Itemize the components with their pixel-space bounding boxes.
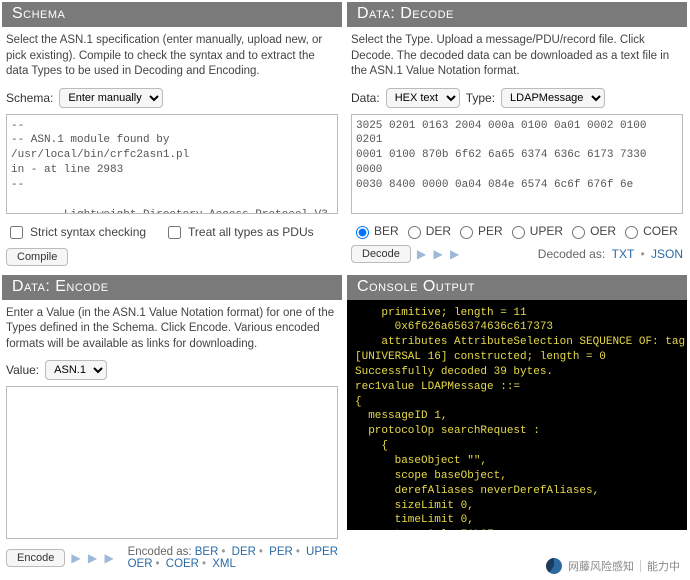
schema-textarea[interactable] <box>6 114 338 214</box>
decode-button[interactable]: Decode <box>351 245 411 263</box>
encoding-radios: BER DER PER UPER OER COER <box>351 223 683 239</box>
decode-desc: Select the Type. Upload a message/PDU/re… <box>351 33 683 80</box>
encode-play-icons[interactable]: ▶ ▶ ▶ <box>71 551 115 565</box>
encode-panel: Data: Encode Enter a Value (in the ASN.1… <box>2 275 342 575</box>
schema-title: Schema <box>2 2 342 27</box>
type-label: Type: <box>466 91 495 105</box>
type-select[interactable]: LDAPMessage <box>501 88 605 108</box>
encode-title: Data: Encode <box>2 275 342 300</box>
enc-per[interactable]: PER <box>269 546 293 558</box>
watermark: 网藤风险感知 能力中 <box>540 556 686 576</box>
treat-checkbox[interactable]: Treat all types as PDUs <box>164 223 314 242</box>
radio-per[interactable]: PER <box>455 223 503 239</box>
encode-button[interactable]: Encode <box>6 549 65 567</box>
hex-textarea[interactable] <box>351 114 683 214</box>
data-label: Data: <box>351 91 380 105</box>
value-format-select[interactable]: ASN.1 <box>45 360 107 380</box>
decode-title: Data: Decode <box>347 2 687 27</box>
watermark-sub: 能力中 <box>647 558 680 574</box>
radio-oer[interactable]: OER <box>567 223 616 239</box>
console-title: Console Output <box>347 275 687 300</box>
watermark-logo-icon <box>546 558 562 574</box>
decoded-json-link[interactable]: JSON <box>651 247 683 261</box>
radio-ber[interactable]: BER <box>351 223 399 239</box>
schema-panel: Schema Select the ASN.1 specification (e… <box>2 2 342 270</box>
radio-der[interactable]: DER <box>403 223 451 239</box>
schema-select[interactable]: Enter manually <box>59 88 163 108</box>
enc-oer[interactable]: OER <box>128 558 153 570</box>
console-panel: Console Output primitive; length = 11 0x… <box>347 275 687 575</box>
encode-textarea[interactable] <box>6 386 338 539</box>
enc-xml[interactable]: XML <box>212 558 236 570</box>
enc-der[interactable]: DER <box>232 546 256 558</box>
value-label: Value: <box>6 363 39 377</box>
encode-desc: Enter a Value (in the ASN.1 Value Notati… <box>6 306 338 353</box>
radio-uper[interactable]: UPER <box>507 223 563 239</box>
radio-coer[interactable]: COER <box>620 223 678 239</box>
decode-panel: Data: Decode Select the Type. Upload a m… <box>347 2 687 270</box>
strict-checkbox[interactable]: Strict syntax checking <box>6 223 146 242</box>
enc-coer[interactable]: COER <box>166 558 199 570</box>
schema-label: Schema: <box>6 91 53 105</box>
compile-button[interactable]: Compile <box>6 248 68 266</box>
enc-ber[interactable]: BER <box>195 546 219 558</box>
decoded-as: Decoded as: TXT • JSON <box>538 247 683 261</box>
console-output: primitive; length = 11 0x6f626a656374636… <box>347 300 687 530</box>
data-format-select[interactable]: HEX text <box>386 88 460 108</box>
watermark-brand: 网藤风险感知 <box>568 558 634 574</box>
play-icons[interactable]: ▶ ▶ ▶ <box>417 247 461 261</box>
decoded-txt-link[interactable]: TXT <box>612 247 634 261</box>
schema-desc: Select the ASN.1 specification (enter ma… <box>6 33 338 80</box>
encoded-as: Encoded as: BER• DER• PER• UPER OER• COE… <box>128 546 338 570</box>
enc-uper[interactable]: UPER <box>306 546 338 558</box>
